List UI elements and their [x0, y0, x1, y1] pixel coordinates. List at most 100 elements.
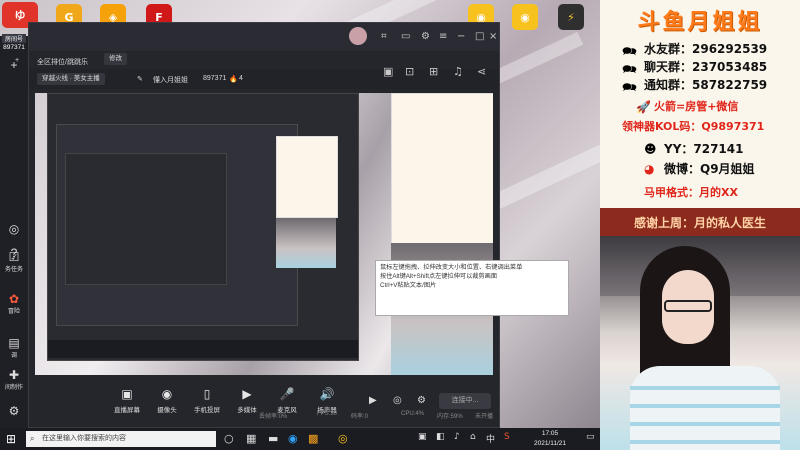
cortana-icon[interactable]: ○: [224, 432, 234, 445]
target-icon: ◎: [8, 222, 20, 236]
sogou-icon[interactable]: S: [504, 432, 510, 442]
sidebar-item-target[interactable]: ◎: [2, 222, 26, 236]
nested-preview-window: [47, 93, 359, 361]
sidebar-item-tasks[interactable]: ☑ 务任务: [2, 250, 26, 273]
microphone-icon: 🎤: [279, 387, 295, 401]
avatar[interactable]: [349, 27, 367, 45]
bell-icon[interactable]: ♫: [453, 65, 463, 78]
hot-count: 4: [239, 75, 243, 82]
chat-icon[interactable]: ▭: [401, 31, 410, 42]
taskbar-search-box[interactable]: ⌕ 在这里输入你要搜索的内容: [26, 431, 216, 447]
add-icon[interactable]: +: [15, 57, 19, 64]
hint-tooltip: 鼠标左键拖拽、拉伸改变大小和位置、右键调出菜单 按住Alt键Alt+Shift点…: [375, 260, 569, 316]
sweater-stripe: [630, 422, 780, 426]
gear-icon: ⚙: [8, 404, 20, 418]
share-icon-2[interactable]: ⋖: [477, 65, 486, 78]
tray-icon-1[interactable]: ▣: [418, 432, 427, 442]
windows-start-icon[interactable]: ⊞: [6, 432, 16, 446]
gear-icon-toolbar[interactable]: ⚙: [417, 395, 426, 406]
weibo-icon: ◕: [644, 162, 655, 176]
nested-poster: [276, 136, 338, 218]
maximize-icon[interactable]: □: [475, 31, 484, 42]
play-icon: ▶: [242, 387, 252, 401]
nested-webcam: [276, 218, 336, 268]
screenshot-icon[interactable]: ▣: [383, 65, 393, 78]
stream-preview[interactable]: [35, 93, 493, 375]
room-number-small: 897371: [203, 75, 227, 82]
task-icon: ☑: [8, 250, 20, 264]
edit-icon[interactable]: ✎: [137, 75, 143, 83]
preview-poster: [391, 93, 493, 245]
app-icon-6[interactable]: ◉: [512, 4, 538, 30]
menu-icon[interactable]: ≡: [439, 31, 447, 42]
nested-preview-window-3: [65, 153, 227, 285]
sidebar: 房间号 897371 + ◎ ? ☑ 务任务 ✿ 冒险 ▤ 调 ✚ 间制作 ⚙: [0, 34, 28, 428]
plus-icon: +: [10, 58, 18, 72]
poster-title: 斗鱼月姐姐: [637, 10, 763, 35]
lock-icon[interactable]: ⊡: [405, 65, 414, 78]
windows-taskbar: ⊞ ⌕ 在这里输入你要搜索的内容 ○ ▦ ▬ ◉ ▩ ◎ ▣ ◧ ♪ ⌂ 中 S…: [0, 428, 600, 450]
search-icon: ⌕: [30, 434, 35, 443]
poster-line: 火箭=房管+微信: [654, 100, 739, 113]
poster-line: 聊天群：237053485: [644, 60, 768, 74]
rocket-icon: 🚀: [636, 100, 651, 114]
record-icon[interactable]: ▶: [369, 395, 377, 406]
glasses: [664, 300, 712, 312]
title-bar: ⌗ ▭ ⚙ ≡ − □ ×: [29, 23, 499, 51]
speaker-icon: 🔊: [319, 387, 335, 401]
poster-line: 微博：Q9月姐姐: [664, 162, 755, 176]
info-poster: 斗鱼月姐姐 🗪 水友群：296292539 🗪 聊天群：237053485 🗪 …: [600, 0, 800, 236]
room-number: 897371: [3, 44, 25, 51]
stream-tag[interactable]: 穿越火线 · 美女主播: [37, 73, 105, 85]
flower-icon: ✿: [8, 292, 20, 306]
tray-icon-2[interactable]: ◧: [436, 432, 445, 442]
phone-icon: ▯: [203, 387, 211, 401]
settings-icon[interactable]: ⚙: [421, 31, 430, 42]
edit-category-button[interactable]: 修改: [104, 53, 127, 65]
thanks-banner: 感谢上周：月的私人医生: [600, 208, 800, 236]
monitor-icon: ▣: [121, 387, 133, 401]
eye-icon[interactable]: ◎: [393, 395, 402, 406]
nested-taskbar: [48, 340, 358, 358]
poster-line: 通知群：587822759: [644, 78, 768, 92]
group-icon: 🗪: [622, 62, 637, 76]
sidebar-item-tune[interactable]: ▤ 调: [2, 336, 26, 359]
list-icon: ▤: [8, 336, 20, 350]
sidebar-item-add[interactable]: +: [2, 58, 26, 72]
notification-icon[interactable]: ▭: [586, 432, 595, 442]
share-icon[interactable]: ⌗: [381, 31, 387, 42]
douyu-app-icon[interactable]: ▩: [308, 432, 318, 445]
close-icon[interactable]: ×: [489, 31, 497, 42]
streaming-window: ⌗ ▭ ⚙ ≡ − □ × + 全区排位/跳跳乐 修改 穿越火线 · 美女主播 …: [15, 22, 569, 428]
camera-icon: ◉: [161, 387, 173, 401]
poster-line: 水友群：296292539: [644, 42, 768, 56]
group-icon: 🗪: [622, 44, 637, 58]
yy-app-icon[interactable]: ◎: [338, 432, 348, 445]
streamer-sweater: [630, 366, 780, 450]
nested-preview-window-2: [56, 124, 298, 326]
stream-title: 懂入月姐姐: [153, 77, 188, 84]
fire-icon: 🔥: [229, 76, 238, 83]
sidebar-item-settings[interactable]: ⚙: [2, 404, 26, 418]
minimize-icon[interactable]: −: [457, 31, 465, 42]
thanks-text: 感谢上周：月的私人医生: [633, 216, 766, 230]
sidebar-item-adventure[interactable]: ✿ 冒险: [2, 292, 26, 315]
poster-line: YY：727141: [664, 142, 744, 156]
poster-line: 领神器KOL码：Q9897371: [622, 120, 765, 133]
sweater-stripe: [630, 440, 780, 444]
layout-icon[interactable]: ⊞: [429, 65, 438, 78]
status-bar: 丢帧率:0% FPS:30 码率:0 CPU:4% 内存:59% 未开播: [259, 411, 494, 420]
group-icon: 🗪: [622, 80, 637, 94]
task-view-icon[interactable]: ▦: [246, 432, 256, 445]
app-icon-7[interactable]: ⚡: [558, 4, 584, 30]
edge-icon[interactable]: ◉: [288, 432, 298, 445]
room-label: 房间号: [2, 34, 26, 43]
taskbar-clock[interactable]: 17:05 2021/11/21: [520, 429, 580, 449]
network-tray-icon[interactable]: ⌂: [470, 432, 476, 442]
sidebar-item-create[interactable]: ✚ 间制作: [2, 368, 26, 391]
file-explorer-icon[interactable]: ▬: [268, 432, 278, 445]
speaker-tray-icon[interactable]: ♪: [454, 432, 460, 442]
poster-line: 马甲格式：月的XX: [644, 186, 738, 199]
lang-indicator[interactable]: 中: [486, 432, 495, 445]
start-live-button[interactable]: 连接中...: [439, 393, 491, 409]
